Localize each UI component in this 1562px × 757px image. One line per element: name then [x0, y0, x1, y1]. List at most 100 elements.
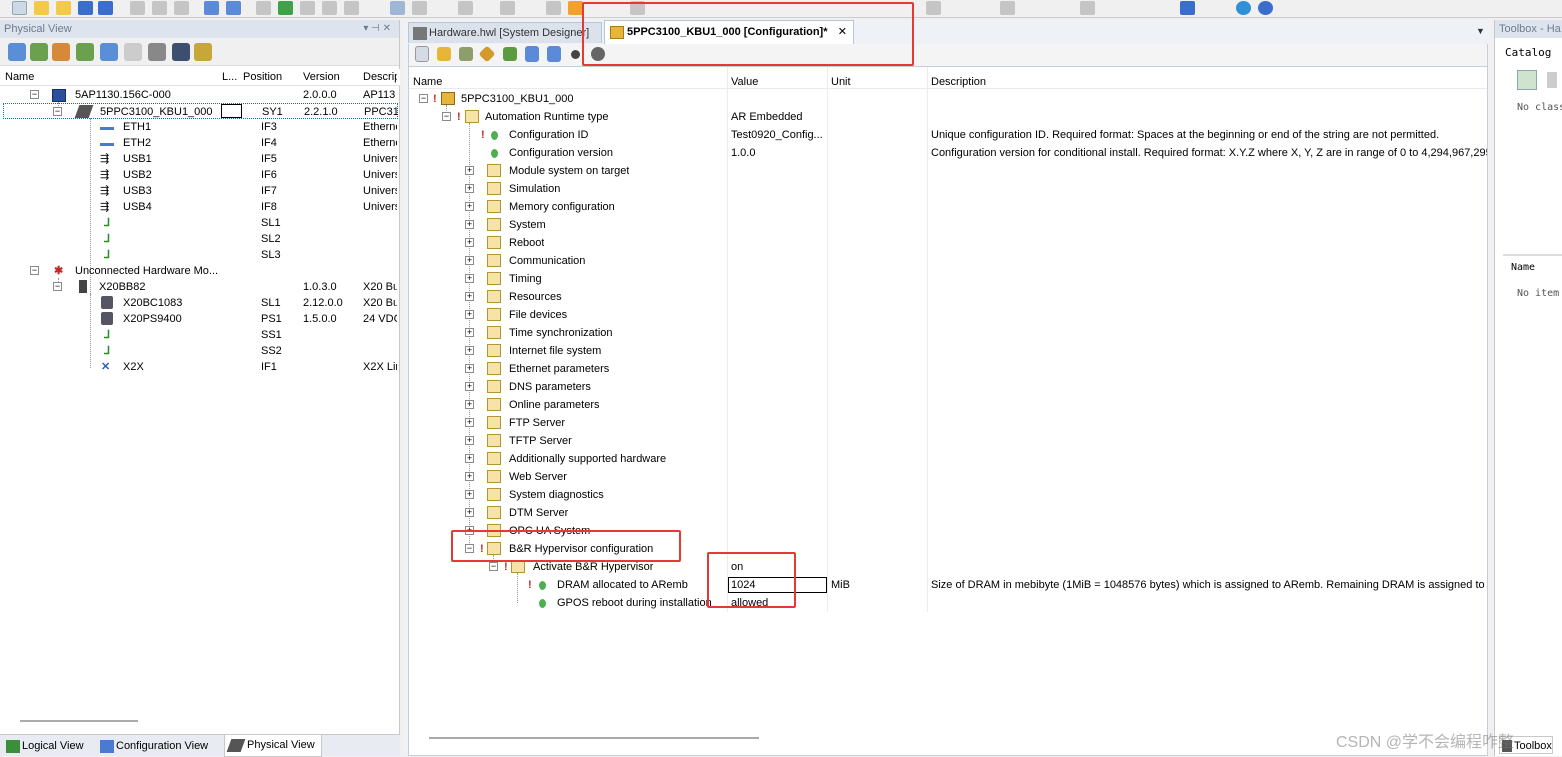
tree-row[interactable]: ⇶ USB2 IF6 Univers [0, 167, 398, 183]
grid-row-activate-hypervisor[interactable]: − ! Activate B&R Hypervisor on [409, 559, 1487, 575]
tree-row[interactable]: ETH2 IF4 Etherne [0, 135, 398, 151]
tab-logical-view[interactable]: Logical View [2, 736, 84, 756]
folder-icon[interactable] [56, 1, 71, 15]
expand-icon[interactable]: + [465, 382, 474, 391]
tree-row[interactable]: − X20BB82 1.0.3.0 X20 Bu [0, 279, 398, 295]
delete-icon[interactable] [256, 1, 271, 15]
grid-row-group[interactable]: + Resources [409, 289, 1487, 305]
col-name[interactable]: Name [5, 71, 34, 83]
col-l[interactable]: L... [222, 71, 240, 83]
grid-row-group[interactable]: + Ethernet parameters [409, 361, 1487, 377]
doc-tab-configuration[interactable]: 5PPC3100_KBU1_000 [Configuration]* ✕ [604, 20, 854, 44]
link-icon[interactable] [100, 43, 118, 61]
tree-row[interactable]: ⇶ USB3 IF7 Univers [0, 183, 398, 199]
row-value[interactable]: allowed [731, 595, 825, 611]
expand-icon[interactable]: + [465, 454, 474, 463]
catalog-refresh-icon[interactable] [1517, 70, 1537, 90]
undo-icon[interactable] [204, 1, 219, 15]
expand-icon[interactable]: + [465, 490, 474, 499]
grid-row-group[interactable]: + Communication [409, 253, 1487, 269]
col-description[interactable]: Description [931, 76, 986, 88]
refresh-icon[interactable] [8, 43, 26, 61]
bookmark-icon[interactable] [1180, 1, 1195, 15]
tab-close-icon[interactable]: ✕ [838, 21, 847, 44]
grid-row-group[interactable]: + TFTP Server [409, 433, 1487, 449]
row-value[interactable]: 1024 [731, 577, 821, 593]
expand-icon[interactable]: + [465, 202, 474, 211]
grid-row-hypervisor[interactable]: − ! B&R Hypervisor configuration [409, 541, 1487, 557]
transfer-icon[interactable] [458, 1, 473, 15]
panel-pin-icon[interactable]: ▾ ⊣ ✕ [363, 20, 391, 38]
open-folder-icon[interactable] [34, 1, 49, 15]
row-value[interactable]: AR Embedded [731, 109, 825, 125]
expand-icon[interactable]: + [465, 508, 474, 517]
grid-row-group[interactable]: + OPC UA System [409, 523, 1487, 539]
refresh-icon[interactable] [278, 1, 293, 15]
add-icon[interactable] [437, 47, 451, 61]
grid-row-group[interactable]: + Timing [409, 271, 1487, 287]
wrench-icon[interactable] [194, 43, 212, 61]
settings-icon[interactable] [630, 1, 645, 15]
tree-row[interactable]: ✕ X2X IF1 X2X Lin [0, 359, 398, 375]
grid-row-config-version[interactable]: Configuration version 1.0.0 Configuratio… [409, 145, 1487, 161]
tree-row[interactable]: − ✱ Unconnected Hardware Mo... [0, 263, 398, 279]
gear-icon[interactable] [459, 47, 473, 61]
expand-icon[interactable]: + [465, 526, 474, 535]
grid-row-dram[interactable]: ! DRAM allocated to ARemb 1024 MiB Size … [409, 577, 1487, 593]
grid-row-group[interactable]: + Online parameters [409, 397, 1487, 413]
paste-icon[interactable] [174, 1, 189, 15]
col-unit[interactable]: Unit [831, 76, 851, 88]
tree-icon[interactable] [76, 43, 94, 61]
grid-row-group[interactable]: + DNS parameters [409, 379, 1487, 395]
collapse-icon[interactable]: − [53, 282, 62, 291]
help-icon[interactable] [1258, 1, 1273, 15]
expand-icon[interactable]: + [465, 472, 474, 481]
row-value[interactable]: on [731, 559, 825, 575]
network-icon[interactable] [1000, 1, 1015, 15]
sort-desc-icon[interactable] [547, 46, 561, 62]
expand-icon[interactable]: + [465, 400, 474, 409]
expand-icon[interactable]: + [465, 184, 474, 193]
grid-row-group[interactable]: + System [409, 217, 1487, 233]
col-value[interactable]: Value [731, 76, 758, 88]
tab-configuration-view[interactable]: Configuration View [96, 736, 208, 756]
tools-icon[interactable] [322, 1, 337, 15]
row-value[interactable]: 1.0.0 [731, 145, 825, 161]
collapse-icon[interactable]: − [30, 90, 39, 99]
link-icon[interactable] [926, 1, 941, 15]
grid-row-group[interactable]: + Reboot [409, 235, 1487, 251]
expand-icon[interactable]: + [465, 292, 474, 301]
tree-row[interactable]: ⅃ SL2 [0, 231, 398, 247]
save-icon[interactable] [78, 1, 93, 15]
grid-row-group[interactable]: + Time synchronization [409, 325, 1487, 341]
tree-row[interactable]: ⇶ USB1 IF5 Univers [0, 151, 398, 167]
grid-row-ar-type[interactable]: − ! Automation Runtime type AR Embedded [409, 109, 1487, 125]
col-version[interactable]: Version [303, 71, 340, 83]
expand-icon[interactable] [478, 45, 496, 63]
expand-icon[interactable]: + [465, 418, 474, 427]
grid-row-group[interactable]: + System diagnostics [409, 487, 1487, 503]
location-box[interactable] [221, 104, 242, 118]
tab-physical-view[interactable]: Physical View [224, 735, 322, 757]
col-name[interactable]: Name [413, 76, 442, 88]
expand-icon[interactable]: + [465, 436, 474, 445]
collapse-icon[interactable]: − [30, 266, 39, 275]
collapse-icon[interactable]: − [419, 94, 428, 103]
cut-icon[interactable] [130, 1, 145, 15]
sort-asc-icon[interactable] [525, 46, 539, 62]
grid-row-config-id[interactable]: ! Configuration ID Test0920_Config... Un… [409, 127, 1487, 143]
module-icon[interactable] [52, 43, 70, 61]
grid-row-group[interactable]: + Web Server [409, 469, 1487, 485]
grid-row-gpos-reboot[interactable]: GPOS reboot during installation allowed [409, 595, 1487, 611]
expand-icon[interactable]: + [465, 256, 474, 265]
grid-row-group[interactable]: + Additionally supported hardware [409, 451, 1487, 467]
grid-row-group[interactable]: + Memory configuration [409, 199, 1487, 215]
tree-row[interactable]: ⅃ SL3 [0, 247, 398, 263]
tree-row[interactable]: ⅃ SL1 [0, 215, 398, 231]
redo-icon[interactable] [226, 1, 241, 15]
power-icon[interactable] [546, 1, 561, 15]
collapse-icon[interactable]: − [465, 544, 474, 553]
save-all-icon[interactable] [98, 1, 113, 15]
tree-row[interactable]: ETH1 IF3 Etherne [0, 119, 398, 135]
find-icon[interactable] [148, 43, 166, 61]
